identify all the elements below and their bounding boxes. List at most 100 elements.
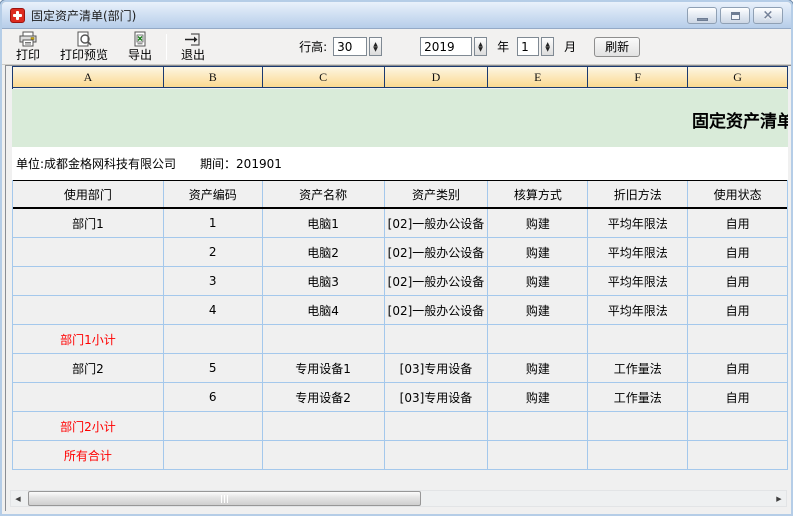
cell[interactable]: 自用 — [688, 383, 787, 412]
cell[interactable]: 6 — [164, 383, 263, 412]
cell[interactable]: 自用 — [688, 296, 787, 325]
cell[interactable] — [13, 267, 164, 296]
print-preview-button[interactable]: 打印预览 — [56, 30, 112, 63]
cell[interactable] — [164, 441, 263, 470]
year-input[interactable]: 2019 — [420, 37, 472, 56]
cell[interactable] — [688, 441, 787, 470]
cell[interactable]: 1 — [164, 209, 263, 238]
cell[interactable] — [488, 441, 588, 470]
cell[interactable] — [385, 412, 489, 441]
app-window: 固定资产清单(部门) × 打印 — [0, 0, 793, 516]
close-icon: × — [763, 9, 774, 22]
cell[interactable]: 平均年限法 — [588, 238, 688, 267]
close-button[interactable]: × — [753, 7, 783, 24]
cell[interactable]: 平均年限法 — [588, 267, 688, 296]
cell[interactable]: 购建 — [488, 354, 588, 383]
cell[interactable] — [385, 325, 489, 354]
maximize-button[interactable] — [720, 7, 750, 24]
scrollbar-thumb[interactable] — [28, 491, 421, 506]
cell[interactable] — [688, 412, 787, 441]
cell[interactable]: 专用设备1 — [263, 354, 385, 383]
cell[interactable]: 购建 — [488, 296, 588, 325]
report-title: 固定资产清单 — [692, 107, 788, 132]
cell[interactable]: 电脑3 — [263, 267, 385, 296]
cell[interactable]: 电脑2 — [263, 238, 385, 267]
exit-label: 退出 — [181, 48, 205, 62]
asset-table: 使用部门 资产编码 资产名称 资产类别 核算方式 折旧方法 使用状态 部门1 1… — [12, 180, 788, 470]
export-button[interactable]: 导出 — [124, 30, 156, 63]
cell[interactable] — [164, 325, 263, 354]
scroll-left-button[interactable]: ◀ — [11, 491, 25, 506]
cell[interactable] — [385, 441, 489, 470]
cell[interactable] — [263, 412, 385, 441]
column-header-e[interactable]: E — [488, 67, 588, 88]
column-header-b[interactable]: B — [164, 67, 263, 88]
cell[interactable]: 5 — [164, 354, 263, 383]
cell[interactable]: 专用设备2 — [263, 383, 385, 412]
month-input[interactable]: 1 — [517, 37, 539, 56]
column-header-c[interactable]: C — [263, 67, 385, 88]
minimize-button[interactable] — [687, 7, 717, 24]
row-height-spinner[interactable]: ▲ ▼ — [369, 37, 382, 56]
cell[interactable]: 购建 — [488, 383, 588, 412]
cell[interactable] — [688, 325, 787, 354]
cell[interactable]: 工作量法 — [588, 383, 688, 412]
export-excel-icon — [130, 31, 150, 48]
cell[interactable]: [02]一般办公设备 — [385, 209, 489, 238]
cell[interactable]: 部门1小计 — [13, 325, 164, 354]
horizontal-scrollbar[interactable]: ◀ ▶ — [10, 490, 787, 507]
cell[interactable] — [588, 412, 688, 441]
cell[interactable]: [02]一般办公设备 — [385, 296, 489, 325]
cell[interactable]: 工作量法 — [588, 354, 688, 383]
cell[interactable] — [263, 441, 385, 470]
cell[interactable]: 平均年限法 — [588, 209, 688, 238]
cell[interactable] — [488, 325, 588, 354]
cell[interactable] — [488, 412, 588, 441]
cell[interactable] — [13, 238, 164, 267]
cell[interactable]: [03]专用设备 — [385, 354, 489, 383]
cell[interactable] — [13, 383, 164, 412]
cell[interactable] — [13, 296, 164, 325]
cell[interactable]: 自用 — [688, 267, 787, 296]
cell[interactable]: 部门2小计 — [13, 412, 164, 441]
toolbar-separator — [166, 34, 167, 60]
month-spinner[interactable]: ▲ ▼ — [541, 37, 554, 56]
print-button[interactable]: 打印 — [12, 30, 44, 63]
year-spinner[interactable]: ▲ ▼ — [474, 37, 487, 56]
row-height-label: 行高: — [299, 38, 327, 55]
cell[interactable]: 购建 — [488, 209, 588, 238]
column-header-d[interactable]: D — [385, 67, 489, 88]
header-cell: 资产编码 — [164, 181, 263, 207]
cell[interactable]: 自用 — [688, 209, 787, 238]
cell[interactable] — [263, 325, 385, 354]
column-header-a[interactable]: A — [13, 67, 164, 88]
cell[interactable] — [164, 412, 263, 441]
cell[interactable]: 自用 — [688, 238, 787, 267]
scroll-right-button[interactable]: ▶ — [772, 491, 786, 506]
cell[interactable]: 部门2 — [13, 354, 164, 383]
cell[interactable]: 电脑1 — [263, 209, 385, 238]
cell[interactable] — [588, 441, 688, 470]
cell[interactable]: 购建 — [488, 238, 588, 267]
exit-button[interactable]: 退出 — [177, 30, 209, 63]
export-label: 导出 — [128, 48, 152, 62]
cell[interactable]: [02]一般办公设备 — [385, 238, 489, 267]
row-height-input[interactable]: 30 — [333, 37, 367, 56]
refresh-button[interactable]: 刷新 — [594, 37, 640, 57]
column-header-f[interactable]: F — [588, 67, 688, 88]
cell[interactable]: [03]专用设备 — [385, 383, 489, 412]
grand-total-row: 所有合计 — [13, 441, 787, 470]
cell[interactable]: 所有合计 — [13, 441, 164, 470]
cell[interactable]: 部门1 — [13, 209, 164, 238]
cell[interactable]: 2 — [164, 238, 263, 267]
cell[interactable]: 4 — [164, 296, 263, 325]
cell[interactable]: 自用 — [688, 354, 787, 383]
column-header-g[interactable]: G — [688, 67, 787, 88]
cell[interactable] — [588, 325, 688, 354]
table-row: 部门2 5 专用设备1 [03]专用设备 购建 工作量法 自用 — [13, 354, 787, 383]
cell[interactable]: 电脑4 — [263, 296, 385, 325]
cell[interactable]: [02]一般办公设备 — [385, 267, 489, 296]
cell[interactable]: 购建 — [488, 267, 588, 296]
cell[interactable]: 3 — [164, 267, 263, 296]
cell[interactable]: 平均年限法 — [588, 296, 688, 325]
